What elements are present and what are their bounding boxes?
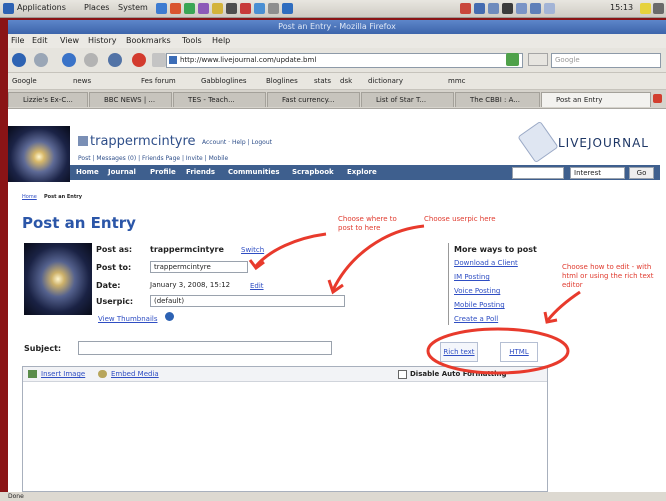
arrow-editor xyxy=(546,290,581,321)
status-text: Done xyxy=(8,493,24,500)
highlight-circle xyxy=(426,327,570,375)
annotation-drawing xyxy=(248,224,581,375)
status-bar: Done xyxy=(0,492,666,501)
arrow-post-to xyxy=(254,232,327,268)
arrow-userpic xyxy=(331,224,425,291)
